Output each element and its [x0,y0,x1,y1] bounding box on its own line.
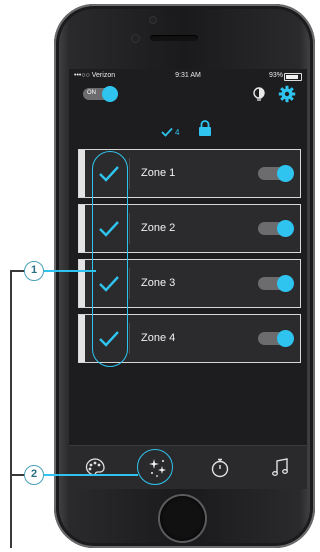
zone-name: Zone 3 [141,277,176,289]
toggle-knob [277,330,294,347]
zone-toggle[interactable] [258,165,294,182]
callout-leader-vertical [10,270,12,548]
callout-pointer-2 [44,474,138,476]
toggle-label: ON [87,90,96,96]
toggle-knob [277,165,294,182]
palette-icon[interactable] [83,456,107,480]
battery-percent: 93% [268,72,283,79]
zone-name: Zone 2 [141,222,176,234]
toggle-knob [102,86,118,102]
check-column-highlight [92,151,128,367]
zone-toggle[interactable] [258,220,294,237]
earpiece-speaker [150,35,198,41]
zone-name: Zone 4 [141,332,176,344]
home-button[interactable] [160,496,205,541]
zone-card-edge [79,260,85,307]
app-screen: •••○○ Verizon 9:31 AM 93% ON 4 Zone 1 Zo… [69,69,307,489]
gear-icon[interactable] [278,85,296,103]
status-bar: •••○○ Verizon 9:31 AM 93% [69,69,307,83]
divider [129,268,130,299]
master-power-toggle[interactable]: ON [83,86,118,102]
music-note-icon[interactable] [268,456,292,480]
divider [129,323,130,354]
front-camera [150,17,156,23]
callout-pointer-1 [44,270,96,272]
toggle-knob [277,275,294,292]
battery-icon [284,73,302,81]
lock-icon[interactable] [198,120,212,136]
zone-card-edge [79,315,85,362]
bulb-icon[interactable] [250,85,268,103]
zone-toggle[interactable] [258,330,294,347]
zone-card-edge [79,205,85,252]
sensor [132,35,139,42]
divider [129,158,130,189]
zone-name: Zone 1 [141,167,176,179]
callout-badge-1: 1 [24,261,44,281]
zone-card-edge [79,150,85,197]
selected-zone-count: 4 [175,128,180,137]
callout-badge-2: 2 [24,465,44,485]
effects-sparkle-icon[interactable] [146,456,170,480]
divider [129,213,130,244]
zone-toggle[interactable] [258,275,294,292]
checkmark-icon [161,127,173,137]
toggle-knob [277,220,294,237]
timer-icon[interactable] [208,456,232,480]
tab-bar [69,445,307,489]
